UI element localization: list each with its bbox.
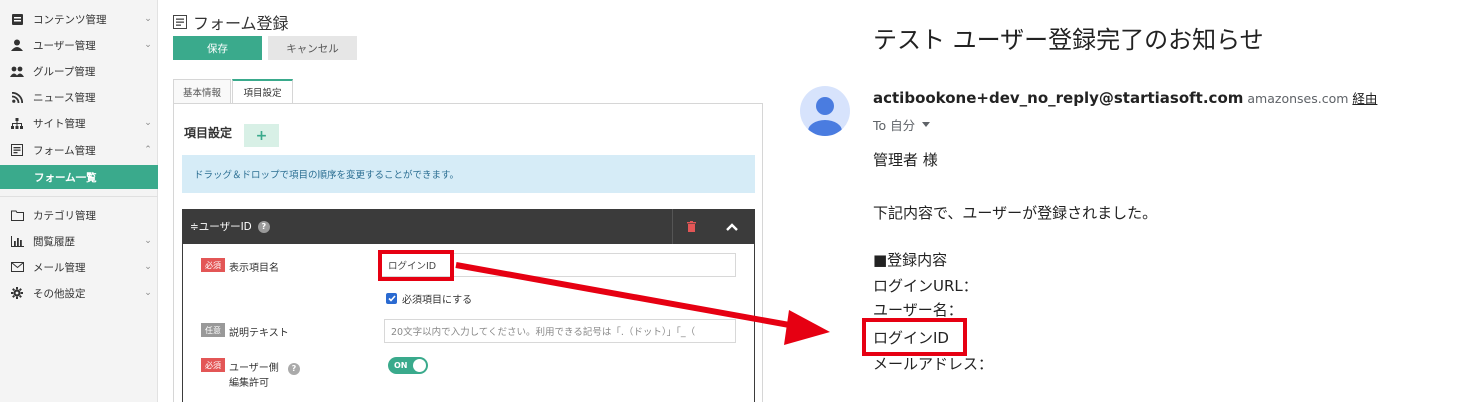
email-subject: テスト ユーザー登録完了のお知らせ	[873, 26, 1264, 54]
sender-via-domain: amazonses.com	[1247, 91, 1349, 106]
email-section-heading: ■登録内容	[873, 251, 948, 269]
email-mail-address: メールアドレス：	[873, 355, 994, 373]
sender-line: actibookone+dev_no_reply@startiasoft.com…	[873, 88, 1377, 107]
recipient-line[interactable]: To 自分	[873, 115, 931, 134]
email-body-line: 下記内容で、ユーザーが登録されました。	[873, 204, 1158, 222]
highlight-box	[862, 318, 967, 356]
sender-via-link[interactable]: 経由	[1352, 88, 1377, 107]
caret-down-icon[interactable]	[922, 122, 931, 127]
recipient-text: To 自分	[873, 118, 916, 133]
email-login-url: ログインURL：	[873, 277, 978, 295]
avatar	[800, 86, 850, 136]
screenshot-root: コンテンツ管理 ⌄ ユーザー管理 ⌄ グループ管理 ニュース管理 サイト管理 ⌄…	[0, 0, 1477, 402]
arrow-annotation	[455, 262, 830, 345]
sender-address[interactable]: actibookone+dev_no_reply@startiasoft.com	[873, 89, 1243, 107]
email-greeting: 管理者 様	[873, 151, 938, 169]
email-user-name: ユーザー名：	[873, 301, 963, 319]
